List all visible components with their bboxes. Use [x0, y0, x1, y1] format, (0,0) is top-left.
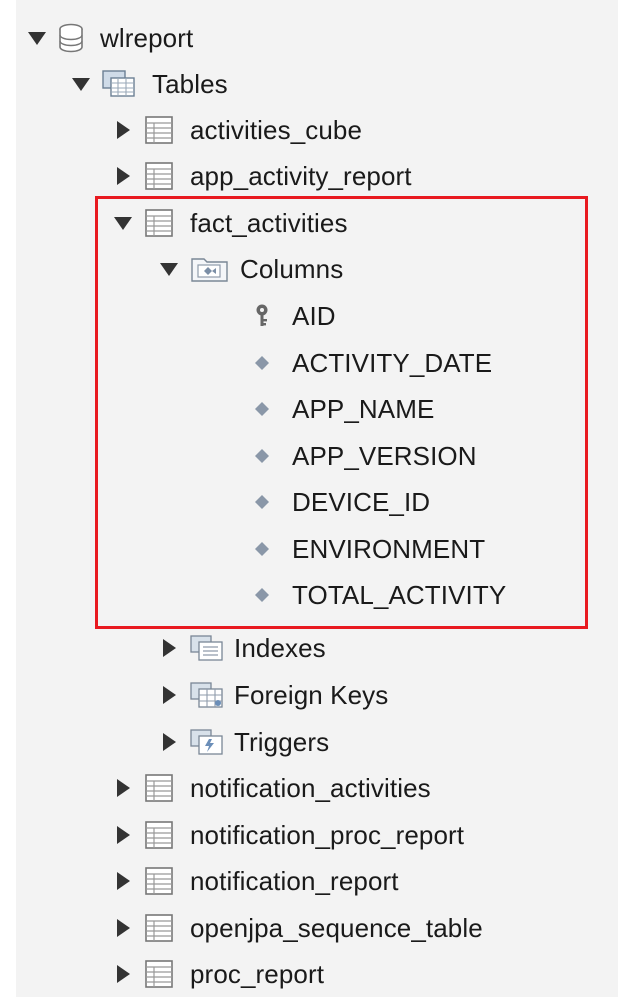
expand-arrow-icon[interactable] — [112, 765, 134, 811]
expand-arrow-icon[interactable] — [112, 951, 134, 997]
column-item[interactable]: DEVICE_ID — [248, 479, 430, 525]
table-name: proc_report — [190, 958, 325, 989]
tree-item-table[interactable]: activities_cube — [112, 107, 362, 153]
expand-arrow-icon[interactable] — [112, 200, 134, 246]
database-icon — [58, 23, 84, 53]
tree-item-foreign-keys-folder[interactable]: Foreign Keys — [158, 672, 388, 718]
table-name: fact_activities — [190, 207, 348, 238]
table-icon — [144, 866, 174, 896]
column-item[interactable]: ACTIVITY_DATE — [248, 340, 492, 386]
tree-item-table[interactable]: app_activity_report — [112, 153, 412, 199]
table-name: openjpa_sequence_table — [190, 912, 483, 943]
column-diamond-icon — [248, 586, 276, 604]
tree-item-table[interactable]: proc_report — [112, 951, 324, 997]
table-icon — [144, 959, 174, 989]
column-diamond-icon — [248, 354, 276, 372]
column-item[interactable]: TOTAL_ACTIVITY — [248, 572, 506, 618]
column-name: APP_NAME — [292, 393, 435, 424]
expand-arrow-icon[interactable] — [158, 719, 180, 765]
expand-arrow-icon[interactable] — [70, 61, 92, 107]
tree-item-indexes-folder[interactable]: Indexes — [158, 625, 326, 671]
tree-item-columns-folder[interactable]: Columns — [158, 246, 343, 292]
column-name: ACTIVITY_DATE — [292, 347, 493, 378]
table-icon — [144, 913, 174, 943]
tables-folder-label: Tables — [152, 68, 228, 99]
tree-item-table-expanded[interactable]: fact_activities — [112, 200, 348, 246]
table-name: app_activity_report — [190, 160, 412, 191]
table-icon — [144, 820, 174, 850]
tree-item-triggers-folder[interactable]: Triggers — [158, 719, 329, 765]
table-icon — [144, 115, 174, 145]
tree-item-database[interactable]: wlreport — [26, 15, 193, 61]
column-name: TOTAL_ACTIVITY — [292, 579, 507, 610]
tree-item-tables-folder[interactable]: Tables — [70, 61, 228, 107]
table-name: notification_activities — [190, 772, 431, 803]
expand-arrow-icon[interactable] — [158, 246, 180, 292]
triggers-folder-icon — [190, 728, 224, 756]
expand-arrow-icon[interactable] — [26, 15, 48, 61]
foreign-keys-folder-icon — [190, 681, 224, 709]
database-name: wlreport — [100, 22, 194, 53]
indexes-folder-icon — [190, 634, 224, 662]
tree-item-table[interactable]: notification_activities — [112, 765, 431, 811]
expand-arrow-icon[interactable] — [112, 905, 134, 951]
column-name: AID — [292, 300, 336, 331]
table-name: notification_proc_report — [190, 819, 465, 850]
column-name: ENVIRONMENT — [292, 533, 486, 564]
key-icon — [248, 303, 276, 329]
column-name: APP_VERSION — [292, 440, 477, 471]
folder-label: Indexes — [234, 632, 326, 663]
column-diamond-icon — [248, 540, 276, 558]
tree-item-table[interactable]: openjpa_sequence_table — [112, 905, 483, 951]
column-item[interactable]: ENVIRONMENT — [248, 526, 485, 572]
column-item[interactable]: APP_VERSION — [248, 433, 477, 479]
expand-arrow-icon[interactable] — [112, 812, 134, 858]
columns-folder-label: Columns — [240, 253, 344, 284]
expand-arrow-icon[interactable] — [112, 858, 134, 904]
table-icon — [144, 208, 174, 238]
table-icon — [144, 773, 174, 803]
folder-label: Foreign Keys — [234, 679, 389, 710]
table-icon — [144, 161, 174, 191]
columns-folder-icon — [190, 255, 230, 283]
tree-item-table[interactable]: notification_report — [112, 858, 399, 904]
expand-arrow-icon[interactable] — [158, 672, 180, 718]
column-item[interactable]: AID — [248, 293, 336, 339]
tree-item-table[interactable]: notification_proc_report — [112, 812, 464, 858]
folder-label: Triggers — [234, 726, 330, 757]
table-name: activities_cube — [190, 114, 363, 145]
tables-folder-icon — [102, 70, 136, 98]
table-name: notification_report — [190, 865, 399, 896]
column-diamond-icon — [248, 400, 276, 418]
column-name: DEVICE_ID — [292, 486, 431, 517]
column-item[interactable]: APP_NAME — [248, 386, 434, 432]
expand-arrow-icon[interactable] — [158, 625, 180, 671]
column-diamond-icon — [248, 447, 276, 465]
expand-arrow-icon[interactable] — [112, 153, 134, 199]
expand-arrow-icon[interactable] — [112, 107, 134, 153]
column-diamond-icon — [248, 493, 276, 511]
